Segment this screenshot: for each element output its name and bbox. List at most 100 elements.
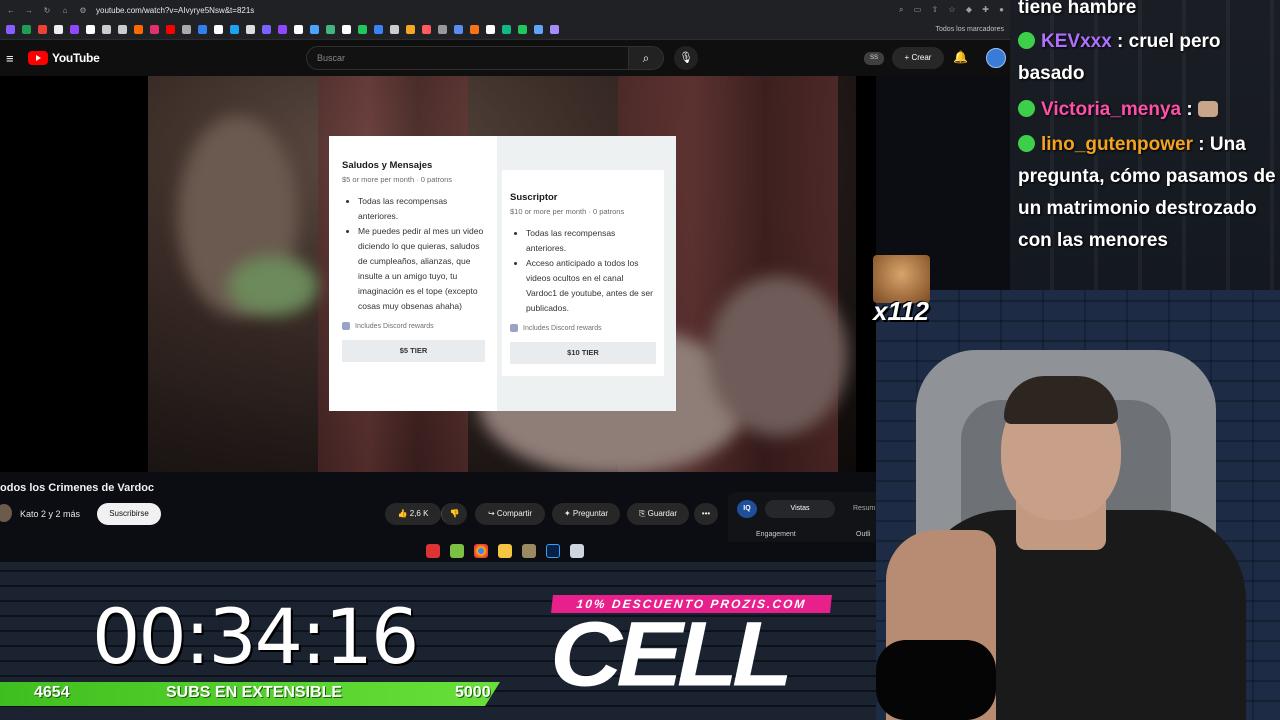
- share-icon[interactable]: ⇧: [931, 5, 938, 14]
- twitch-icon[interactable]: [70, 25, 79, 34]
- subscribe-button[interactable]: Suscribirse: [97, 503, 161, 525]
- tier-10-button[interactable]: $10 TIER: [510, 342, 656, 364]
- file-explorer-icon[interactable]: [498, 544, 512, 558]
- x-icon[interactable]: [54, 25, 63, 34]
- back-icon[interactable]: ←: [6, 6, 16, 15]
- voice-search-icon[interactable]: 🎙: [674, 46, 698, 70]
- account-avatar[interactable]: [986, 48, 1006, 68]
- app-icon[interactable]: [522, 544, 536, 558]
- bookmark-icon[interactable]: [22, 25, 31, 34]
- forward-icon[interactable]: →: [24, 6, 34, 15]
- bookmark-icon[interactable]: [262, 25, 271, 34]
- bookmark-icon[interactable]: [358, 25, 367, 34]
- youtube-logo[interactable]: YouTube: [28, 51, 100, 65]
- chat-message: KEVxxx : cruel pero basado: [1018, 26, 1280, 90]
- menu-icon[interactable]: ≡: [6, 51, 22, 66]
- photoshop-icon[interactable]: [546, 544, 560, 558]
- discord-icon: [510, 324, 518, 332]
- app-icon[interactable]: [570, 544, 584, 558]
- bookmark-icon[interactable]: [246, 25, 255, 34]
- puzzle-icon[interactable]: ✚: [982, 5, 989, 14]
- instagram-icon[interactable]: [150, 25, 159, 34]
- chat-message: lino_gutenpower : Una pregunta, cómo pas…: [1018, 129, 1280, 257]
- bookmark-icon[interactable]: [422, 25, 431, 34]
- iq-badge[interactable]: IQ: [737, 500, 757, 518]
- bookmark-icon[interactable]: [86, 25, 95, 34]
- ss-badge[interactable]: SS: [864, 52, 884, 65]
- chrome-icon[interactable]: [474, 544, 488, 558]
- bookmark-icon[interactable]: [390, 25, 399, 34]
- chat-username: lino_gutenpower: [1041, 134, 1193, 155]
- tab-views[interactable]: Vistas: [765, 500, 835, 518]
- microphone: [876, 640, 996, 720]
- bookmark-icon[interactable]: [230, 25, 239, 34]
- tier-perks: Todas las recompensas anteriores. Acceso…: [510, 226, 656, 316]
- bookmark-icon[interactable]: [310, 25, 319, 34]
- bookmark-icon[interactable]: [550, 25, 559, 34]
- app-icon[interactable]: [450, 544, 464, 558]
- tab-summary[interactable]: Resum: [853, 505, 875, 512]
- bookmark-icon[interactable]: [454, 25, 463, 34]
- channel-avatar[interactable]: [0, 504, 12, 522]
- chat-message: tiene hambre: [1018, 0, 1280, 24]
- bookmark-icon[interactable]: [406, 25, 415, 34]
- save-button[interactable]: ⎘ Guardar: [627, 503, 689, 525]
- gmail-icon[interactable]: [38, 25, 47, 34]
- taskbar: [420, 541, 610, 561]
- bookmark-icon[interactable]: [118, 25, 127, 34]
- bookmark-icon[interactable]: [502, 25, 511, 34]
- obs-icon[interactable]: [426, 544, 440, 558]
- site-info-icon[interactable]: ⚙: [78, 6, 88, 15]
- bookmark-icon[interactable]: [182, 25, 191, 34]
- bookmark-icon[interactable]: [374, 25, 383, 34]
- bookmark-icon[interactable]: [198, 25, 207, 34]
- zoom-icon[interactable]: ⌕: [899, 5, 903, 14]
- channel-name[interactable]: Kato 2 y 2 más: [20, 509, 80, 519]
- tier-card-2: Suscriptor $10 or more per month · 0 pat…: [502, 170, 664, 376]
- more-actions-button[interactable]: •••: [694, 503, 718, 525]
- youtube-icon[interactable]: [166, 25, 175, 34]
- emote-counter: x112: [873, 296, 929, 326]
- bookmark-icon[interactable]: [294, 25, 303, 34]
- bookmark-icon[interactable]: [6, 25, 15, 34]
- discord-label: Includes Discord rewards: [523, 324, 602, 332]
- bookmark-icon[interactable]: [470, 25, 479, 34]
- profile-icon[interactable]: ●: [999, 5, 1004, 14]
- sparkle-icon: ✦: [563, 509, 571, 518]
- cast-icon[interactable]: ▭: [914, 5, 922, 14]
- tier-price: $5 or more per month · 0 patrons: [342, 175, 453, 184]
- tier-perks: Todas las recompensas anteriores. Me pue…: [342, 194, 485, 314]
- chat-username: KEVxxx: [1041, 31, 1112, 52]
- perk-item: Todas las recompensas anteriores.: [526, 226, 656, 256]
- search-input[interactable]: Buscar: [306, 46, 628, 70]
- all-bookmarks-folder[interactable]: Todos los marcadores: [936, 26, 1004, 33]
- perk-item: Acceso anticipado a todos los videos ocu…: [526, 256, 656, 316]
- like-button[interactable]: 👍 2,6 K: [385, 503, 441, 525]
- bookmarks-bar: Todos los marcadores: [0, 20, 1010, 40]
- save-label: Guardar: [647, 509, 677, 518]
- bookmark-icon[interactable]: [438, 25, 447, 34]
- patreon-tiers-card: Saludos y Mensajes $5 or more per month …: [329, 136, 676, 411]
- bookmark-icon[interactable]: [134, 25, 143, 34]
- create-button[interactable]: + Crear: [892, 47, 944, 69]
- tier-card-1: Saludos y Mensajes $5 or more per month …: [329, 136, 497, 411]
- bookmark-icon[interactable]: [518, 25, 527, 34]
- bookmark-icon[interactable]: [342, 25, 351, 34]
- notifications-bell-icon[interactable]: 🔔: [953, 50, 968, 64]
- reload-icon[interactable]: ↻: [42, 6, 52, 15]
- search-button[interactable]: ⌕: [628, 46, 664, 70]
- share-button[interactable]: ↪ Compartir: [475, 503, 545, 525]
- bookmark-icon[interactable]: [214, 25, 223, 34]
- bookmark-icon[interactable]: [486, 25, 495, 34]
- dislike-button[interactable]: 👎: [441, 503, 467, 525]
- bookmark-icon[interactable]: [278, 25, 287, 34]
- home-icon[interactable]: ⌂: [60, 6, 70, 15]
- address-bar[interactable]: youtube.com/watch?v=AIvyrye5Nsw&t=821s: [96, 6, 883, 15]
- extension-icon[interactable]: ◆: [966, 5, 972, 14]
- bookmark-icon[interactable]: [102, 25, 111, 34]
- bookmark-icon[interactable]: [326, 25, 335, 34]
- tier-5-button[interactable]: $5 TIER: [342, 340, 485, 362]
- star-icon[interactable]: ☆: [948, 5, 955, 14]
- bookmark-icon[interactable]: [534, 25, 543, 34]
- ask-button[interactable]: ✦ Preguntar: [552, 503, 620, 525]
